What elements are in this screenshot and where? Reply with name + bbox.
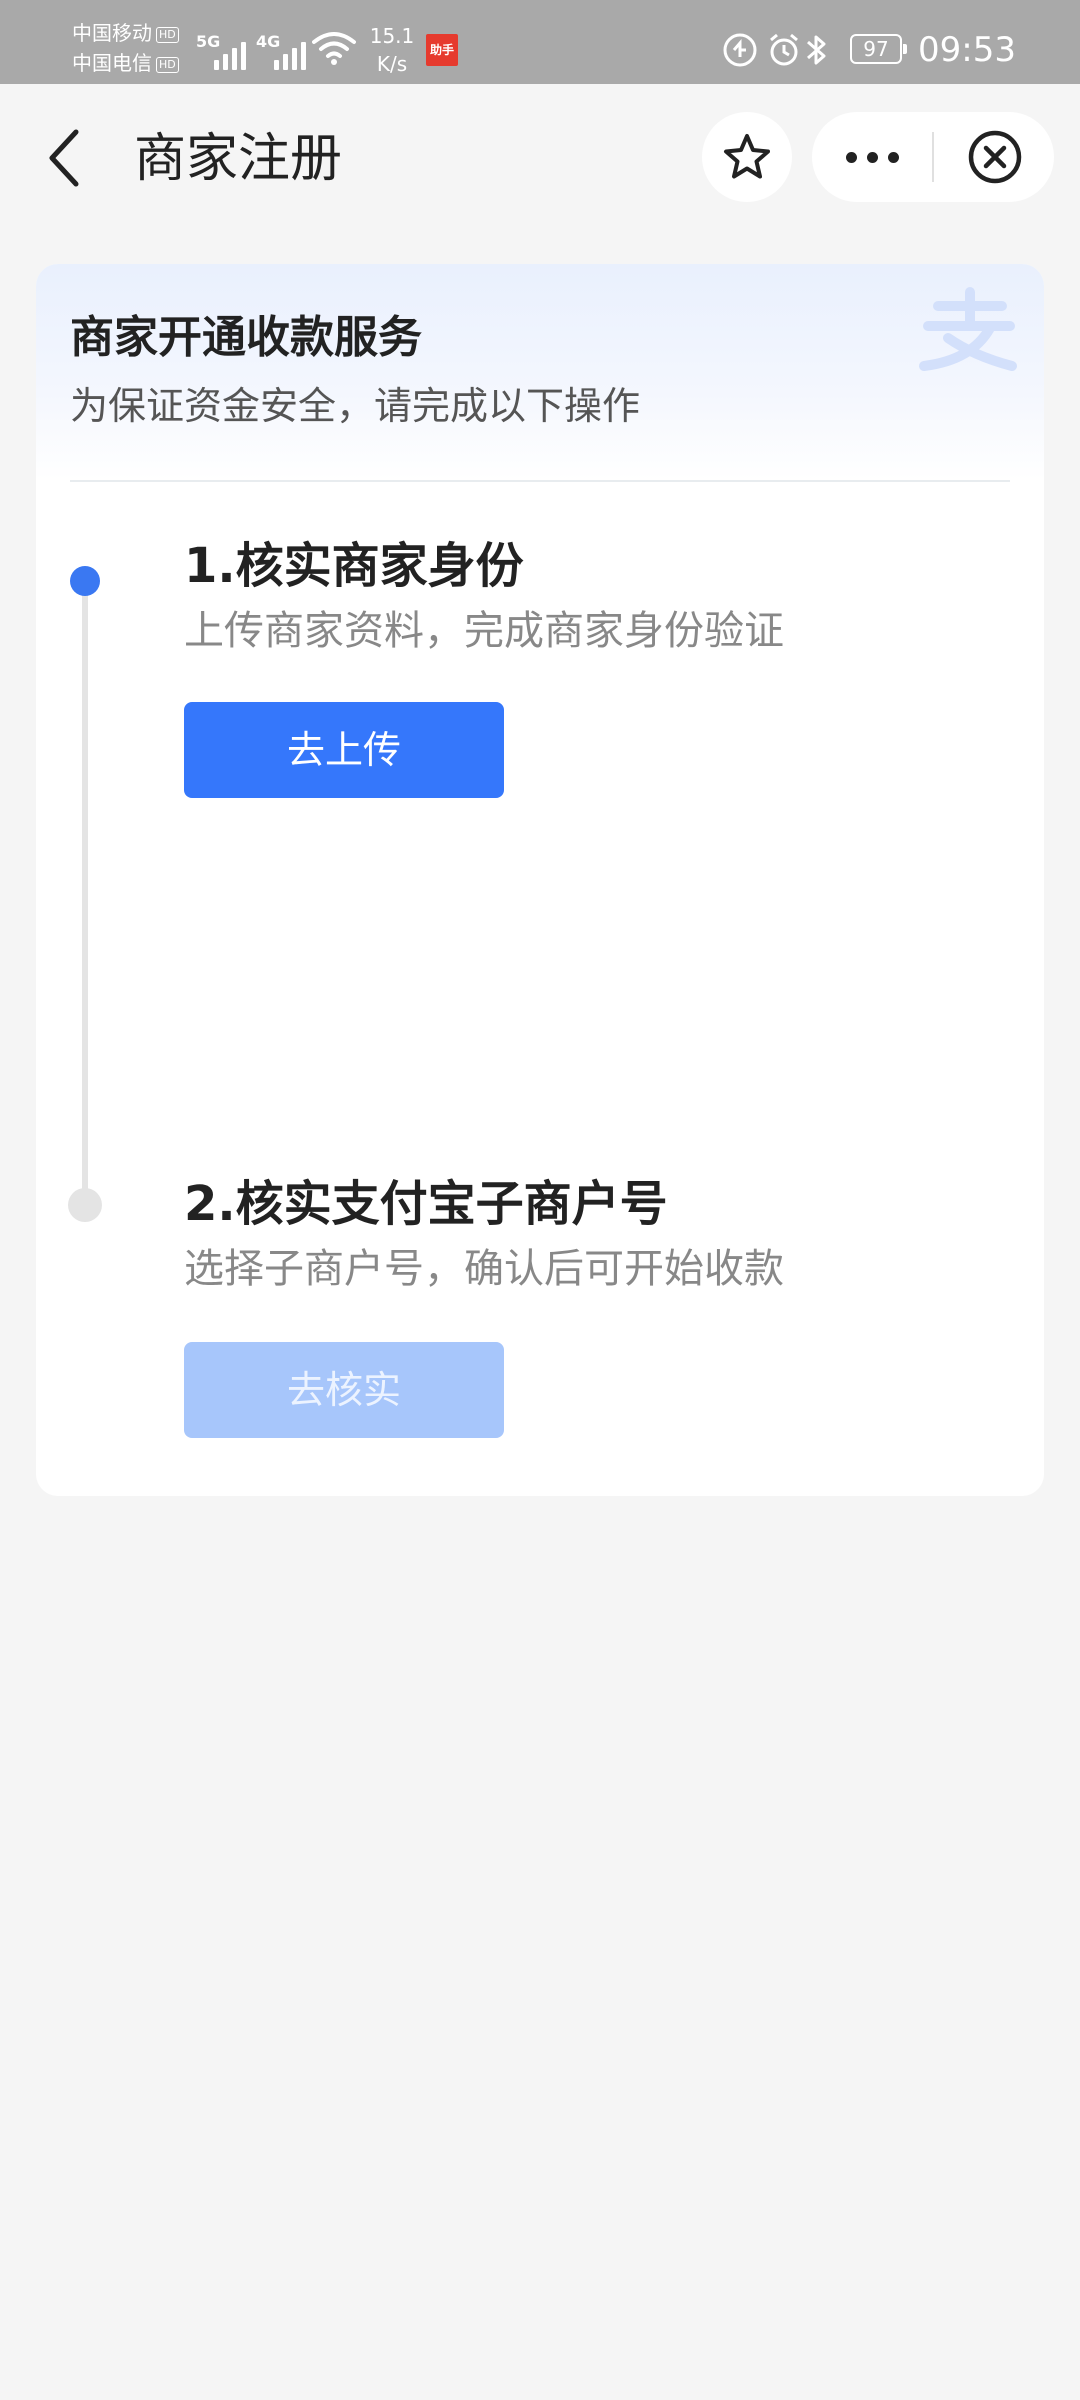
more-button[interactable] [812, 112, 932, 202]
capsule-divider [932, 132, 934, 182]
speed-value: 15.1 [369, 24, 415, 48]
card-title: 商家开通收款服务 [70, 312, 422, 363]
step-2-title: 2.核实支付宝子商户号 [184, 1176, 668, 1232]
close-button[interactable] [936, 112, 1054, 202]
clock: 09:53 [918, 30, 1016, 70]
step-2-description: 选择子商户号，确认后可开始收款 [184, 1246, 784, 1292]
alarm-icon [766, 32, 802, 72]
page-title: 商家注册 [134, 129, 343, 189]
favorite-button[interactable] [702, 112, 792, 202]
battery-icon: 97 [850, 34, 907, 64]
wifi-icon [312, 30, 356, 70]
merchant-service-card: 商家开通收款服务 为保证资金安全，请完成以下操作 1.核实商家身份 上传商家资料… [36, 264, 1044, 1496]
step-1-title: 1.核实商家身份 [184, 538, 524, 594]
carrier-1: 中国移动 [72, 21, 152, 45]
mini-app-capsule [812, 112, 1054, 202]
close-circle-icon [968, 130, 1022, 184]
card-subtitle: 为保证资金安全，请完成以下操作 [70, 384, 641, 428]
star-icon [724, 134, 770, 179]
step-1-indicator [70, 566, 100, 596]
back-button[interactable] [36, 118, 96, 198]
more-dot [887, 151, 899, 163]
carrier-2: 中国电信 [72, 51, 152, 75]
card-header: 商家开通收款服务 为保证资金安全，请完成以下操作 [36, 264, 1044, 480]
speed-unit: K/s [376, 52, 408, 76]
chevron-left-icon [49, 129, 79, 187]
more-dot [845, 151, 857, 163]
hd-badge: HD [156, 56, 179, 73]
data-saver-icon [722, 32, 758, 72]
bluetooth-icon [807, 32, 834, 72]
signal-icon [214, 34, 246, 70]
status-bar: 中国移动 HD 中国电信 HD 5G 4G 15.1 K/s 助手 97 09:… [0, 0, 1080, 84]
verify-button[interactable]: 去核实 [184, 1342, 504, 1438]
network-speed: 15.1 K/s [366, 22, 418, 78]
upload-button[interactable]: 去上传 [184, 702, 504, 798]
step-2-indicator [68, 1188, 102, 1222]
alipay-watermark-icon [908, 286, 1018, 380]
more-dot [866, 151, 878, 163]
step-1-description: 上传商家资料，完成商家身份验证 [184, 608, 784, 654]
app-notification-icon: 助手 [426, 34, 458, 66]
signal-icon [274, 34, 306, 70]
divider [70, 480, 1010, 482]
carrier-info: 中国移动 HD 中国电信 HD [72, 18, 179, 78]
timeline-line [82, 582, 88, 1202]
nav-bar: 商家注册 [0, 84, 1080, 228]
hd-badge: HD [156, 26, 179, 43]
